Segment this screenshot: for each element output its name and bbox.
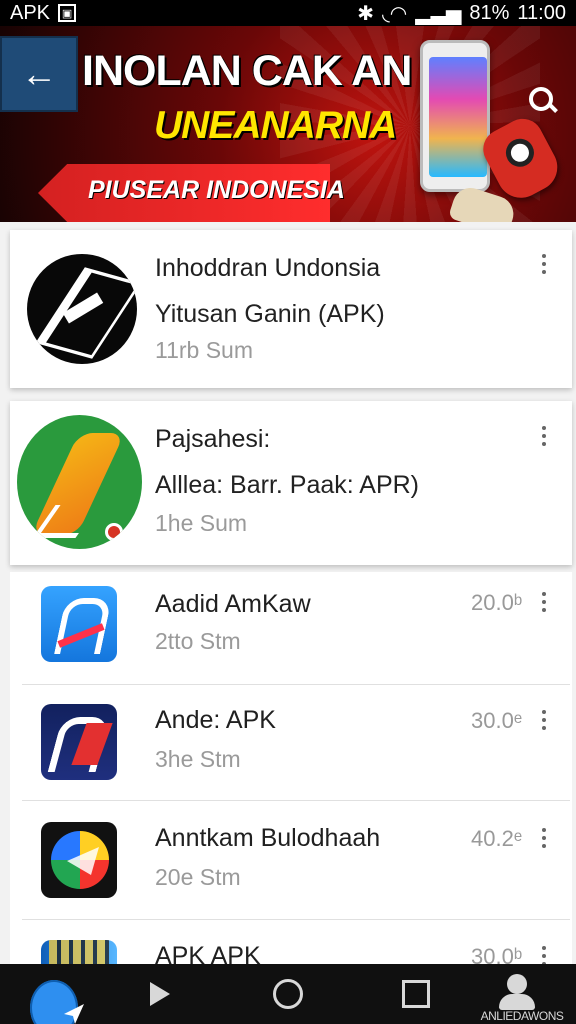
navy-a-app-icon: [41, 704, 117, 780]
profile-nav-button[interactable]: ANLIEDAWONS: [466, 964, 576, 1024]
app-badge-dot: [105, 523, 123, 541]
play-icon: [150, 982, 170, 1006]
promo-banner-label: PIUSEAR INDONESIA: [88, 176, 345, 204]
dark-circle-app-icon: [27, 254, 137, 364]
phone-illustration: [420, 40, 490, 192]
app-screen: APK ▣ ✱ ◟◠ ▂▃▅ 81% 11:00 ← INOLAN CAK AN…: [0, 0, 576, 1024]
profile-head-icon: [507, 974, 527, 994]
card-1-title: Inhoddran Undonsia: [155, 254, 381, 282]
profile-wrap: ANLIEDAWONS: [466, 964, 576, 1024]
list-divider: [22, 919, 570, 920]
list-item-1-menu-icon[interactable]: [536, 592, 552, 612]
banner-subtitle: UNEANARNA: [154, 104, 397, 147]
search-icon[interactable]: [526, 84, 562, 120]
wifi-icon: ◟◠: [382, 2, 408, 25]
partial-app-icon: [41, 940, 117, 964]
bottom-navigation: ANLIEDAWONS: [0, 964, 576, 1024]
circle-nav-button[interactable]: [250, 964, 326, 1024]
status-left: APK ▣: [10, 1, 77, 25]
battery-percent: 81%: [469, 1, 510, 24]
blue-a-app-icon: [41, 586, 117, 662]
top-banner: ← INOLAN CAK AN UNEANARNA PIUSEAR INDONE…: [0, 26, 576, 222]
profile-body-icon: [499, 994, 535, 1010]
list-item-1-meta: 2tto Stm: [155, 628, 241, 654]
card-1-subtitle: Yitusan Ganin (APK): [155, 300, 385, 328]
list-item-1-price: 20.0ᵇ: [471, 590, 523, 615]
card-2-title: Pajsahesi:: [155, 425, 271, 453]
list-item-3-title: Anntkam Bulodhaah: [155, 824, 381, 852]
card-2-menu-icon[interactable]: [536, 426, 552, 446]
status-app-label: APK: [10, 1, 51, 24]
back-button[interactable]: ←: [0, 36, 78, 112]
list-item-2-menu-icon[interactable]: [536, 710, 552, 730]
list-item-3-price: 40.2ᵉ: [471, 826, 522, 851]
banner-title: INOLAN CAK AN: [82, 47, 412, 95]
back-arrow-icon: ←: [21, 53, 57, 94]
list-item-2-meta: 3he Stm: [155, 746, 241, 772]
list-item-1-title: Aadid AmKaw: [155, 590, 311, 618]
list-item-4-menu-icon[interactable]: [536, 946, 552, 966]
circle-icon: [273, 979, 303, 1009]
status-time: 11:00: [517, 1, 566, 24]
notification-icon: ▣: [58, 4, 77, 22]
list-divider: [22, 684, 570, 685]
card-2-meta: 1he Sum: [155, 510, 248, 536]
signal-icon: ▂▃▅: [415, 2, 462, 25]
bluetooth-icon: ✱: [357, 2, 375, 25]
green-triangle-app-icon: [17, 415, 142, 549]
shield-icon: [30, 980, 78, 1024]
list-item-2-title: Ande: APK: [155, 706, 276, 734]
featured-app-card-1[interactable]: Inhoddran Undonsia Yitusan Ganin (APK) 1…: [10, 230, 572, 388]
colorful-app-icon: [41, 822, 117, 898]
status-right: ✱ ◟◠ ▂▃▅ 81% 11:00: [357, 1, 566, 26]
profile-label: ANLIEDAWONS: [480, 1009, 564, 1023]
featured-app-card-2[interactable]: Pajsahesi: Alllea: Barr. Paak: APR) 1he …: [10, 401, 572, 565]
app-list: Aadid AmKaw 2tto Stm 20.0ᵇ Ande: APK 3he…: [10, 572, 572, 970]
square-nav-button[interactable]: [378, 964, 454, 1024]
status-bar: APK ▣ ✱ ◟◠ ▂▃▅ 81% 11:00: [0, 0, 576, 26]
list-divider: [22, 800, 570, 801]
card-1-meta: 11rb Sum: [155, 337, 254, 363]
home-nav-button[interactable]: [16, 964, 92, 1024]
phone-screen-illustration: [429, 57, 487, 177]
list-item-3-meta: 20e Stm: [155, 864, 241, 890]
list-item-2-price: 30.0ᵉ: [471, 708, 522, 733]
list-item-3-menu-icon[interactable]: [536, 828, 552, 848]
card-2-subtitle: Alllea: Barr. Paak: APR): [155, 471, 420, 499]
card-1-menu-icon[interactable]: [536, 254, 552, 274]
play-nav-button[interactable]: [122, 964, 198, 1024]
square-icon: [402, 980, 430, 1008]
